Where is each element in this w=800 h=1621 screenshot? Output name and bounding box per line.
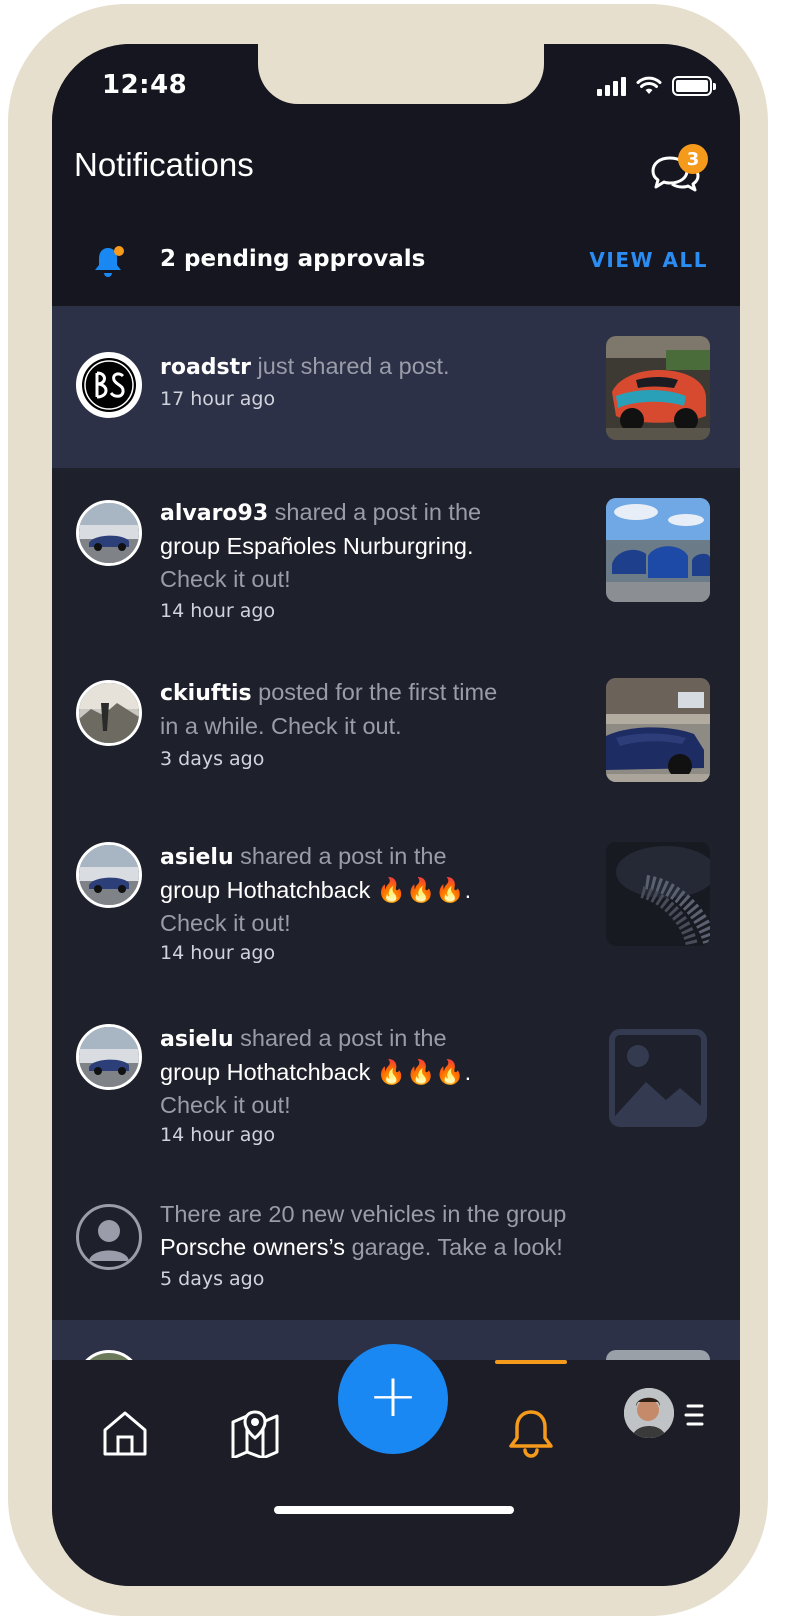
- notification-text: ckiuftis posted for the first time in a …: [160, 676, 600, 743]
- notification-message: shared a post in the: [233, 1025, 447, 1051]
- notification-message: posted for the first time: [251, 679, 498, 705]
- avatar: [76, 680, 142, 746]
- view-all-link[interactable]: VIEW ALL: [589, 248, 708, 272]
- battery-icon: [672, 76, 716, 96]
- device-notch: [258, 44, 544, 104]
- app-screen: 12:48 Notifications 3 2 pending approval…: [52, 44, 740, 1586]
- notification-text: roadstr just shared a post.: [160, 350, 600, 384]
- notification-message: shared a post in the: [268, 499, 482, 525]
- notification-message: There are 20 new vehicles in the group: [160, 1201, 567, 1227]
- notification-row[interactable]: asielu shared a post in the group Hothat…: [52, 804, 740, 986]
- notification-user[interactable]: ckiuftis: [160, 681, 252, 706]
- pending-approvals-text: 2 pending approvals: [160, 246, 426, 272]
- phone-frame: 12:48 Notifications 3 2 pending approval…: [8, 4, 768, 1616]
- notification-text: alvaro93 shared a post in the group Espa…: [160, 496, 600, 596]
- avatar: [76, 842, 142, 908]
- notification-message: shared a post in the: [233, 843, 447, 869]
- active-tab-indicator: [495, 1360, 567, 1364]
- notification-cta: Check it out!: [160, 910, 291, 936]
- signal-icon: [597, 76, 626, 96]
- post-thumbnail[interactable]: [606, 842, 710, 946]
- status-time: 12:48: [102, 70, 188, 100]
- profile-avatar[interactable]: [624, 1388, 674, 1438]
- menu-icon[interactable]: [684, 1404, 704, 1426]
- notification-time: 14 hour ago: [160, 1124, 276, 1146]
- notification-cta: Check it out!: [160, 1092, 291, 1118]
- post-thumbnail[interactable]: [606, 336, 710, 440]
- home-indicator[interactable]: [274, 1506, 514, 1514]
- notification-group[interactable]: group Españoles Nurburgring.: [160, 533, 474, 559]
- notification-row[interactable]: roadstr just shared a post. 17 hour ago: [52, 306, 740, 468]
- add-post-button[interactable]: +: [338, 1344, 448, 1454]
- notification-row[interactable]: asielu shared a post in the group Hothat…: [52, 986, 740, 1166]
- notification-text: asielu shared a post in the group Hothat…: [160, 840, 600, 940]
- pending-approvals-bar[interactable]: 2 pending approvals VIEW ALL: [52, 234, 740, 306]
- notification-time: 17 hour ago: [160, 388, 276, 410]
- notification-row[interactable]: alvaro93 shared a post in the group Espa…: [52, 468, 740, 648]
- plus-icon: +: [367, 1361, 419, 1431]
- map-pin-icon[interactable]: [230, 1408, 280, 1458]
- notification-user[interactable]: asielu: [160, 845, 234, 870]
- notification-group[interactable]: group Hothatchback 🔥🔥🔥.: [160, 1059, 471, 1085]
- notification-row[interactable]: There are 20 new vehicles in the group P…: [52, 1166, 740, 1320]
- home-icon[interactable]: [100, 1408, 150, 1458]
- post-thumbnail[interactable]: [606, 678, 710, 782]
- avatar: [76, 352, 142, 418]
- notification-text: asielu shared a post in the group Hothat…: [160, 1022, 600, 1122]
- notification-user[interactable]: roadstr: [160, 355, 251, 380]
- bell-icon: [95, 246, 124, 277]
- notification-time: 14 hour ago: [160, 942, 276, 964]
- avatar: [76, 500, 142, 566]
- page-title: Notifications: [74, 146, 254, 183]
- notification-message: in a while. Check it out.: [160, 713, 402, 739]
- notification-group[interactable]: group Hothatchback 🔥🔥🔥.: [160, 877, 471, 903]
- post-thumbnail[interactable]: [606, 498, 710, 602]
- notification-row[interactable]: ckiuftis posted for the first time in a …: [52, 648, 740, 804]
- image-placeholder-icon: [606, 1026, 710, 1130]
- bell-icon[interactable]: [506, 1408, 556, 1458]
- notification-time: 14 hour ago: [160, 600, 276, 622]
- chat-badge: 3: [678, 144, 708, 174]
- notification-cta: Check it out!: [160, 566, 291, 592]
- notification-user[interactable]: asielu: [160, 1027, 234, 1052]
- notification-time: 3 days ago: [160, 748, 265, 770]
- notification-message: garage. Take a look!: [345, 1234, 563, 1260]
- wifi-icon: [636, 76, 662, 94]
- notification-text: There are 20 new vehicles in the group P…: [160, 1198, 700, 1264]
- avatar: [76, 1024, 142, 1090]
- notification-time: 5 days ago: [160, 1268, 265, 1290]
- notification-message: just shared a post.: [251, 353, 450, 379]
- notification-group[interactable]: Porsche owners’s: [160, 1234, 345, 1260]
- notification-user[interactable]: alvaro93: [160, 501, 268, 526]
- user-placeholder-icon: [76, 1204, 142, 1270]
- chat-button[interactable]: 3: [650, 144, 708, 194]
- status-icons: [597, 74, 716, 96]
